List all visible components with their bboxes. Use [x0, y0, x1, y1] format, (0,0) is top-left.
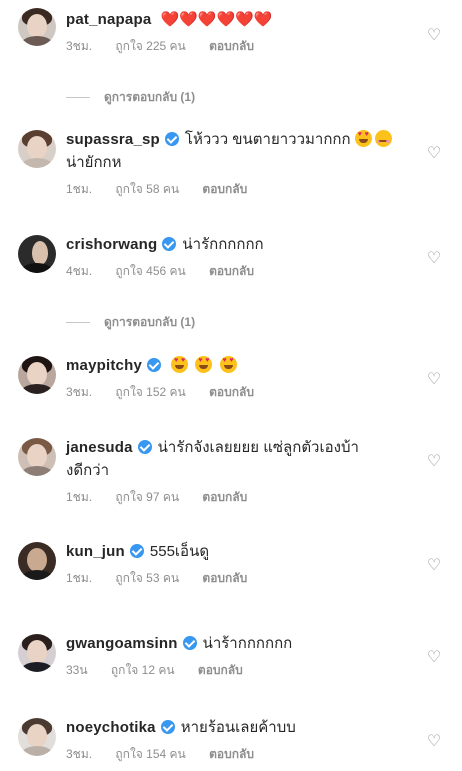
- verified-badge-icon: [160, 720, 175, 734]
- reply-button[interactable]: ตอบกลับ: [198, 663, 243, 677]
- comment-time: 3ชม.: [66, 747, 93, 761]
- comment-text: 555เอ็นดู: [149, 543, 210, 560]
- verified-badge-icon: [182, 636, 197, 650]
- comment-time: 1ชม.: [66, 571, 93, 585]
- comment-likes[interactable]: ถูกใจ 456 คน: [115, 264, 185, 278]
- avatar[interactable]: [18, 438, 56, 476]
- like-heart-icon[interactable]: ♡: [426, 650, 442, 666]
- reply-button[interactable]: ตอบกลับ: [202, 490, 247, 504]
- view-replies-button[interactable]: ดูการตอบกลับ (1): [66, 313, 195, 332]
- verified-badge-icon: [137, 440, 152, 454]
- avatar[interactable]: [18, 634, 56, 672]
- divider-line: [66, 97, 90, 99]
- reply-button[interactable]: ตอบกลับ: [209, 39, 254, 53]
- comment-likes[interactable]: ถูกใจ 154 คน: [115, 747, 185, 761]
- heart-eyes-emoji-icon: [195, 356, 213, 373]
- comment-likes[interactable]: ถูกใจ 58 คน: [115, 182, 179, 196]
- reply-button[interactable]: ตอบกลับ: [209, 747, 254, 761]
- heart-eyes-emoji-icon: [354, 130, 372, 147]
- avatar[interactable]: [18, 542, 56, 580]
- comment-username[interactable]: gwangoamsinn: [66, 635, 178, 652]
- smiling-emoji-icon: [374, 130, 392, 147]
- comment-time: 1ชม.: [66, 182, 93, 196]
- comment-time: 4ชม.: [66, 264, 93, 278]
- verified-badge-icon: [147, 358, 161, 372]
- like-heart-icon[interactable]: ♡: [426, 251, 442, 267]
- comment-likes[interactable]: ถูกใจ 97 คน: [115, 490, 179, 504]
- like-heart-icon[interactable]: ♡: [426, 734, 442, 750]
- comment-likes[interactable]: ถูกใจ 53 คน: [115, 571, 179, 585]
- comment-text: น่ารักจังเลยยยย แซ่ลูกตัวเองบ้า: [157, 439, 359, 456]
- reply-button[interactable]: ตอบกลับ: [202, 571, 247, 585]
- comment-text: น่ารักกกกกก: [182, 236, 264, 253]
- view-replies-button[interactable]: ดูการตอบกลับ (1): [66, 88, 195, 107]
- comment-likes[interactable]: ถูกใจ 225 คน: [115, 39, 185, 53]
- reply-button[interactable]: ตอบกลับ: [202, 182, 247, 196]
- comment-text: ❤️❤️❤️❤️❤️❤️: [160, 10, 273, 28]
- avatar[interactable]: [18, 356, 56, 394]
- comment-username[interactable]: crishorwang: [66, 236, 157, 253]
- comment-text-continued: น่ายักกห: [66, 154, 122, 171]
- comment-likes[interactable]: ถูกใจ 12 คน: [111, 663, 175, 677]
- avatar[interactable]: [18, 130, 56, 168]
- verified-badge-icon: [129, 544, 144, 558]
- avatar[interactable]: [18, 8, 56, 46]
- comment-time: 3ชม.: [66, 385, 93, 399]
- like-heart-icon[interactable]: ♡: [426, 372, 442, 388]
- comment-text: โห้ววว ขนตายาววมากกก: [184, 131, 351, 148]
- avatar[interactable]: [18, 235, 56, 273]
- heart-eyes-emoji-icon: [171, 356, 189, 373]
- avatar[interactable]: [18, 718, 56, 756]
- verified-badge-icon: [164, 132, 179, 146]
- like-heart-icon[interactable]: ♡: [426, 28, 442, 44]
- comment-username[interactable]: noeychotika: [66, 719, 156, 736]
- like-heart-icon[interactable]: ♡: [426, 454, 442, 470]
- verified-badge-icon: [162, 237, 177, 251]
- comment-username[interactable]: supassra_sp: [66, 131, 160, 148]
- comment-text: น่าร้ากกกกกก: [202, 635, 293, 652]
- comment-username[interactable]: kun_jun: [66, 543, 125, 560]
- comment-time: 33น: [66, 663, 88, 677]
- heart-eyes-emoji-icon: [219, 356, 237, 373]
- like-heart-icon[interactable]: ♡: [426, 558, 442, 574]
- reply-button[interactable]: ตอบกลับ: [209, 264, 254, 278]
- comment-username[interactable]: pat_napapa: [66, 11, 151, 28]
- like-heart-icon[interactable]: ♡: [426, 146, 442, 162]
- comment-likes[interactable]: ถูกใจ 152 คน: [115, 385, 185, 399]
- comment-username[interactable]: maypitchy: [66, 357, 142, 374]
- comment-username[interactable]: janesuda: [66, 439, 133, 456]
- comment-time: 3ชม.: [66, 39, 93, 53]
- comment-text-continued: งดีกว่า: [66, 462, 109, 479]
- divider-line: [66, 322, 90, 324]
- comment-text: หายร้อนเลยค้าบบ: [180, 719, 296, 736]
- reply-button[interactable]: ตอบกลับ: [209, 385, 254, 399]
- comment-time: 1ชม.: [66, 490, 93, 504]
